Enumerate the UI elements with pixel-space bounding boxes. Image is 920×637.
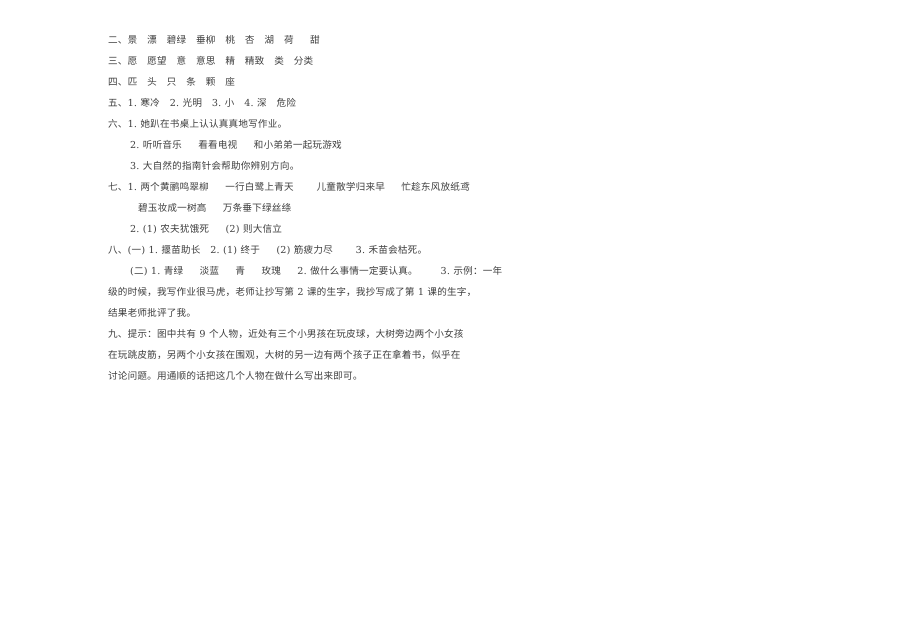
- answer-line-sec8-2: (二) 1. 青绿 淡蓝 青 玫瑰 2. 做什么事情一定要认真。 3. 示例：一…: [130, 266, 503, 277]
- answer-key-body: 二、景 漂 碧绿 垂柳 桃 杏 湖 荷 甜三、愿 愿望 意 意思 精 精致 类 …: [108, 30, 528, 387]
- answer-line-sec6-3: 3. 大自然的指南针会帮助你辨别方向。: [130, 161, 300, 172]
- answer-line-sec3: 三、愿 愿望 意 意思 精 精致 类 分类: [108, 56, 314, 67]
- document-page: 二、景 漂 碧绿 垂柳 桃 杏 湖 荷 甜三、愿 愿望 意 意思 精 精致 类 …: [0, 0, 920, 637]
- answer-line-sec4: 四、匹 头 只 条 颗 座: [108, 77, 236, 88]
- answer-line-sec5: 五、1. 寒冷 2. 光明 3. 小 4. 深 危险: [108, 98, 297, 109]
- answer-line-sec8-4: 结果老师批评了我。: [108, 308, 197, 319]
- answer-line-sec8-1: 八、(一) 1. 揠苗助长 2. (1) 终于 (2) 筋疲力尽 3. 禾苗会枯…: [108, 245, 428, 256]
- answer-line-sec7-2: 碧玉妆成一树高 万条垂下绿丝绦: [138, 203, 292, 214]
- answer-line-sec8-3: 级的时候，我写作业很马虎，老师让抄写第 2 课的生字，我抄写成了第 1 课的生字…: [108, 287, 477, 298]
- answer-line-sec9-2: 在玩跳皮筋，另两个小女孩在围观，大树的另一边有两个孩子正在拿着书，似乎在: [108, 350, 461, 361]
- answer-line-sec6-2: 2. 听听音乐 看看电视 和小弟弟一起玩游戏: [130, 140, 342, 151]
- answer-line-sec7-3: 2. (1) 农夫犹饿死 (2) 则大信立: [130, 224, 283, 235]
- answer-line-sec6-1: 六、1. 她趴在书桌上认认真真地写作业。: [108, 119, 288, 130]
- answer-line-sec9-3: 讨论问题。用通顺的话把这几个人物在做什么写出来即可。: [108, 371, 363, 382]
- answer-line-sec9-1: 九、提示：图中共有 9 个人物，近处有三个小男孩在玩皮球，大树旁边两个小女孩: [108, 329, 464, 340]
- answer-line-sec7-1: 七、1. 两个黄鹂鸣翠柳 一行白鹭上青天 儿童散学归来早 忙趁东风放纸鸢: [108, 182, 470, 193]
- answer-line-sec2: 二、景 漂 碧绿 垂柳 桃 杏 湖 荷 甜: [108, 35, 320, 46]
